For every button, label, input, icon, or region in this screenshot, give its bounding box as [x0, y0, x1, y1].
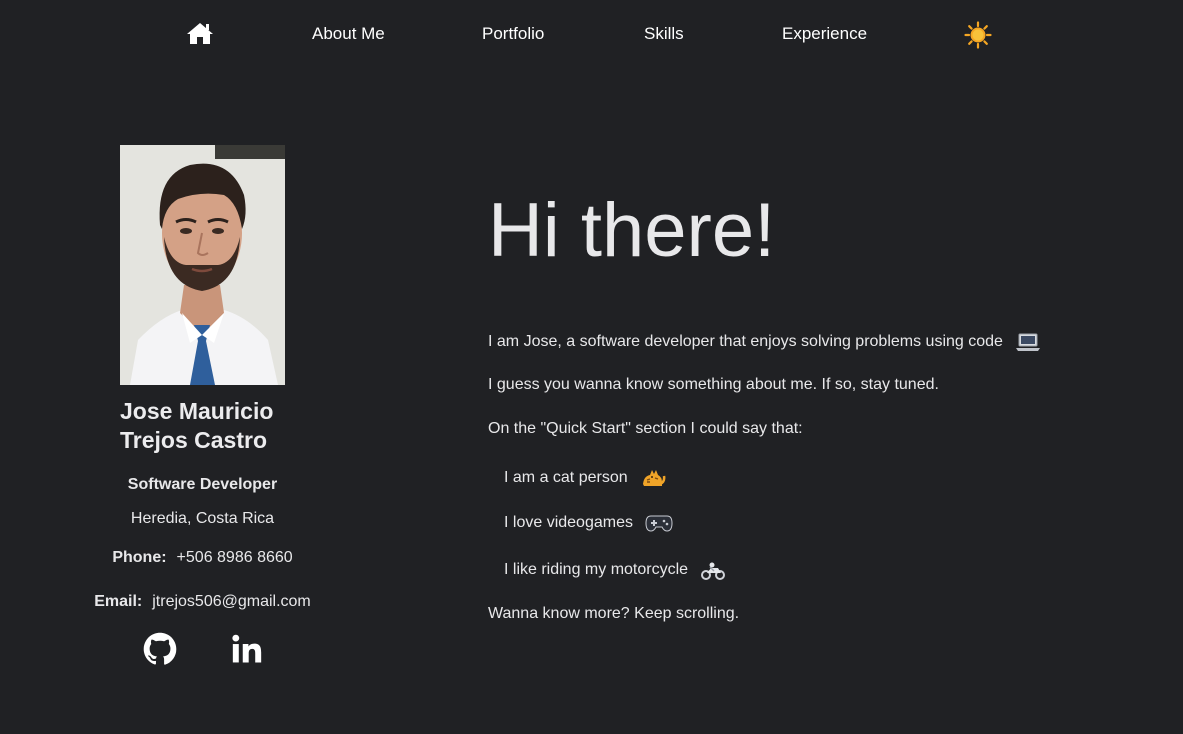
fact-motorcycle: I like riding my motorcycle	[504, 560, 725, 580]
intro-line-2: I guess you wanna know something about m…	[488, 376, 939, 393]
fact-motorcycle-text: I like riding my motorcycle	[504, 561, 689, 579]
cat-icon	[643, 470, 666, 486]
nav-home[interactable]	[186, 21, 214, 45]
profile-name: Jose Mauricio Trejos Castro	[120, 397, 340, 455]
email-label: Email:	[94, 593, 143, 610]
profile-name-line1: Jose Mauricio	[120, 398, 274, 424]
intro-line-1-text: I am Jose, a software developer that enj…	[488, 333, 1003, 351]
profile-photo-image	[120, 145, 285, 385]
nav-about-me[interactable]: About Me	[312, 24, 385, 44]
motorcycle-icon	[700, 562, 725, 580]
intro-line-3: On the "Quick Start" section I could say…	[488, 420, 803, 437]
linkedin-link[interactable]	[230, 632, 264, 666]
laptop-icon	[1016, 333, 1041, 351]
top-nav: About Me Portfolio Skills Experience	[0, 0, 1183, 68]
phone-value: +506 8986 8660	[176, 549, 293, 566]
linkedin-icon	[232, 634, 262, 663]
fact-games: I love videogames	[504, 513, 673, 533]
phone-label: Phone:	[112, 549, 167, 566]
home-icon	[187, 23, 213, 44]
nav-skills[interactable]: Skills	[644, 24, 684, 44]
theme-toggle[interactable]	[964, 21, 992, 49]
github-icon	[143, 632, 177, 665]
fact-cat-text: I am a cat person	[504, 469, 628, 487]
profile-location: Heredia, Costa Rica	[130, 510, 275, 527]
profile-phone: Phone: +506 8986 8660	[0, 549, 405, 567]
profile-email: Email: jtrejos506@gmail.com	[0, 593, 405, 611]
intro-closing: Wanna know more? Keep scrolling.	[488, 605, 740, 622]
fact-games-text: I love videogames	[504, 514, 633, 532]
email-value[interactable]: jtrejos506@gmail.com	[152, 593, 311, 610]
intro-line-1: I am Jose, a software developer that enj…	[488, 332, 1041, 352]
sun-icon	[964, 21, 992, 49]
profile-name-line2: Trejos Castro	[120, 427, 267, 453]
nav-experience[interactable]: Experience	[782, 24, 867, 44]
gamepad-icon	[645, 515, 673, 532]
fact-cat: I am a cat person	[504, 466, 666, 490]
profile-photo	[120, 145, 285, 385]
profile-role: Software Developer	[127, 476, 278, 493]
github-link[interactable]	[143, 632, 177, 666]
nav-portfolio[interactable]: Portfolio	[482, 24, 544, 44]
intro-heading: Hi there!	[488, 188, 776, 273]
